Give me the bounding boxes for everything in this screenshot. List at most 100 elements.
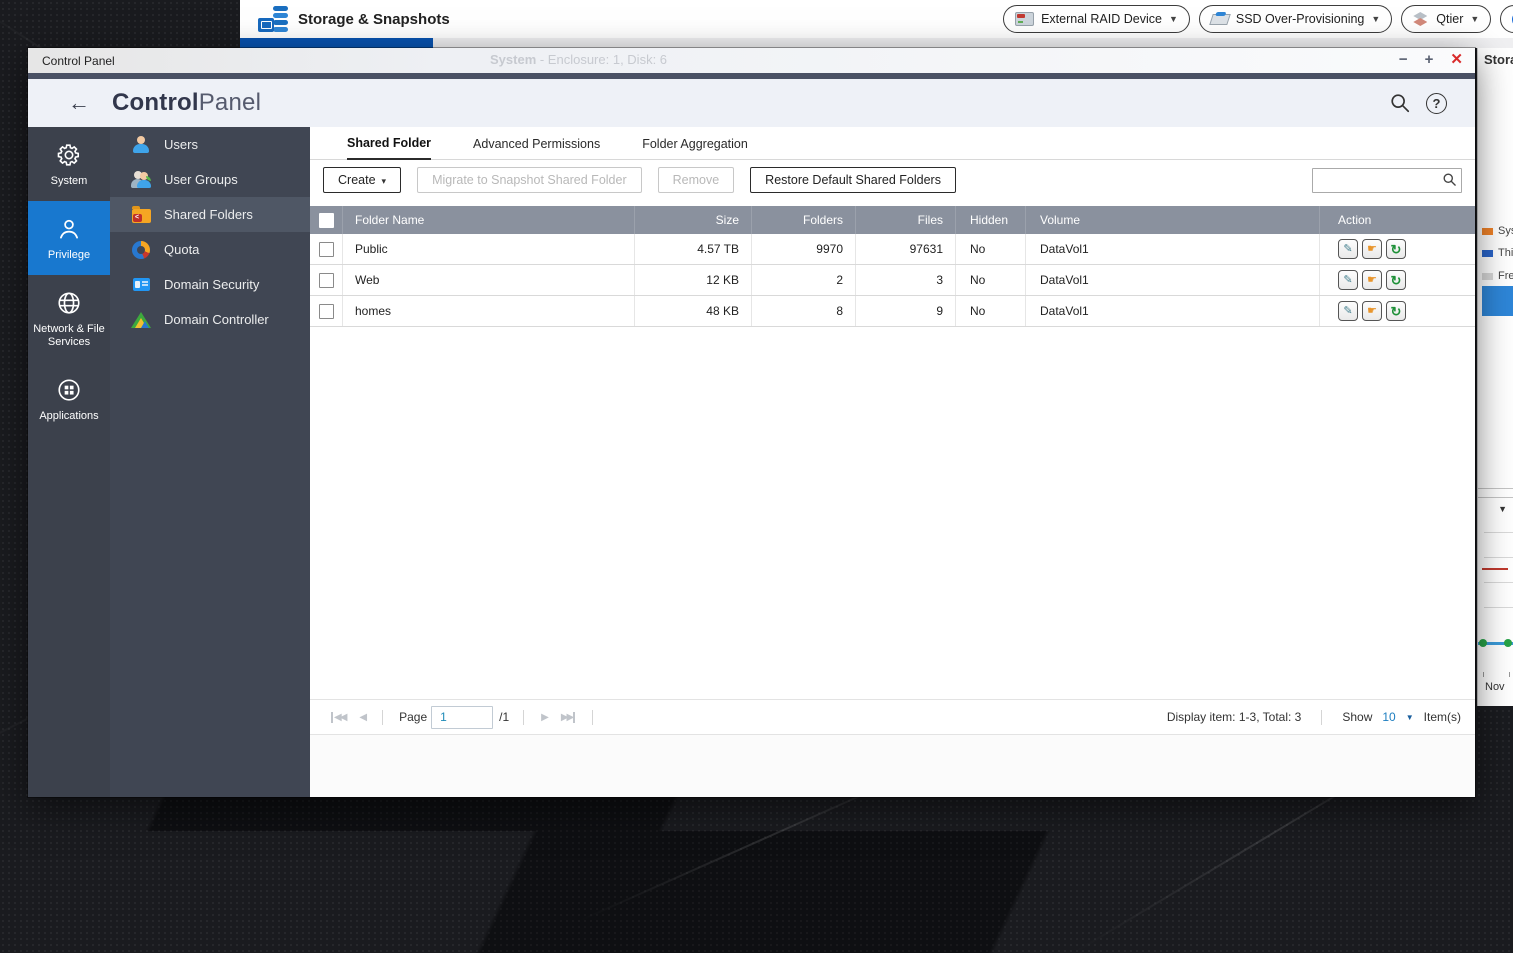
- table-row[interactable]: Public 4.57 TB 9970 97631 No DataVol1 ✎ …: [310, 234, 1475, 265]
- sidebar-item-domain-controller[interactable]: Domain Controller: [110, 302, 310, 337]
- axis-label: Nov: [1485, 681, 1505, 693]
- globe-icon: [58, 292, 80, 314]
- column-header-folders[interactable]: Folders: [752, 206, 856, 234]
- page-number-input[interactable]: [431, 705, 494, 729]
- help-icon[interactable]: ?: [1426, 92, 1447, 114]
- domain-controller-icon: [131, 311, 151, 328]
- first-page-button[interactable]: ◀◀: [331, 711, 347, 723]
- column-header-hidden[interactable]: Hidden: [956, 206, 1026, 234]
- last-page-button[interactable]: ▶▶: [561, 711, 576, 723]
- shared-folders-table: Folder Name Size Folders Files Hidden Vo…: [310, 206, 1475, 327]
- cell-files: 97631: [856, 234, 956, 264]
- column-header-size[interactable]: Size: [635, 206, 752, 234]
- occluded-dialog-title: System - Enclosure: 1, Disk: 6: [490, 52, 667, 67]
- active-tab-indicator-strip: [240, 38, 433, 48]
- legend-item: Sys: [1482, 225, 1513, 237]
- refresh-button[interactable]: ↻: [1386, 301, 1406, 321]
- edit-permissions-button[interactable]: ☛: [1362, 301, 1382, 321]
- sidebar-item-shared-folders[interactable]: < Shared Folders: [110, 197, 310, 232]
- column-header-files[interactable]: Files: [856, 206, 956, 234]
- tab-advanced-permissions[interactable]: Advanced Permissions: [473, 137, 600, 159]
- edit-properties-button[interactable]: ✎: [1338, 270, 1358, 290]
- chevron-down-icon: ▼: [1168, 14, 1178, 24]
- sidebar-item-system[interactable]: System: [28, 127, 110, 201]
- sidebar-item-users[interactable]: Users: [110, 127, 310, 162]
- vjbod-button[interactable]: VJBOD: [1500, 5, 1513, 33]
- chart-point: [1479, 639, 1487, 647]
- edit-permissions-button[interactable]: ☛: [1362, 239, 1382, 259]
- tab-shared-folder[interactable]: Shared Folder: [347, 136, 432, 160]
- maximize-button[interactable]: +: [1425, 50, 1434, 70]
- page-size-value[interactable]: 10: [1382, 710, 1395, 724]
- occluded-dialog-title-rest: - Enclosure: 1, Disk: 6: [536, 52, 668, 67]
- sidebar-item-privilege[interactable]: Privilege: [28, 201, 110, 275]
- window-titlebar[interactable]: Control Panel System - Enclosure: 1, Dis…: [28, 48, 1475, 73]
- back-arrow-icon[interactable]: ←: [68, 90, 90, 116]
- sidebar-item-user-groups[interactable]: User Groups: [110, 162, 310, 197]
- create-button[interactable]: Create ▾: [323, 167, 402, 193]
- previous-page-button[interactable]: ◀: [359, 712, 367, 723]
- refresh-button[interactable]: ↻: [1386, 239, 1406, 259]
- control-panel-window: Control Panel System - Enclosure: 1, Dis…: [28, 48, 1475, 797]
- chevron-down-icon: ▼: [1470, 14, 1480, 24]
- pill-label: External RAID Device: [1041, 12, 1162, 26]
- column-header-folder-name[interactable]: Folder Name: [343, 206, 635, 234]
- refresh-icon: ↻: [1390, 303, 1402, 319]
- chevron-down-icon[interactable]: ▼: [1498, 504, 1507, 514]
- show-label: Show: [1342, 710, 1373, 724]
- control-panel-header: ← ControlPanel ?: [28, 79, 1475, 127]
- search-icon[interactable]: [1389, 92, 1411, 114]
- next-page-button[interactable]: ▶: [541, 712, 549, 723]
- row-checkbox[interactable]: [318, 241, 334, 257]
- refresh-button[interactable]: ↻: [1386, 270, 1406, 290]
- sidebar-item-applications[interactable]: Applications: [28, 362, 110, 436]
- column-header-action[interactable]: Action: [1320, 206, 1475, 234]
- raid-device-icon: [1015, 12, 1035, 26]
- cell-folder-name: Public: [343, 234, 635, 264]
- sidebar-item-label: Quota: [164, 242, 200, 257]
- external-raid-device-button[interactable]: External RAID Device ▼: [1003, 5, 1190, 33]
- sidebar-item-domain-security[interactable]: Domain Security: [110, 267, 310, 302]
- close-button[interactable]: ✕: [1450, 50, 1463, 70]
- chart-point: [1504, 639, 1512, 647]
- legend-label: Fre: [1498, 270, 1513, 282]
- qtier-button[interactable]: Qtier ▼: [1401, 5, 1492, 33]
- table-row[interactable]: homes 48 KB 8 9 No DataVol1 ✎ ☛ ↻: [310, 296, 1475, 327]
- sidebar-item-label: Shared Folders: [164, 207, 253, 222]
- table-row[interactable]: Web 12 KB 2 3 No DataVol1 ✎ ☛ ↻: [310, 265, 1475, 296]
- edit-permissions-button[interactable]: ☛: [1362, 270, 1382, 290]
- app-identity: Storage & Snapshots: [240, 5, 450, 33]
- edit-properties-button[interactable]: ✎: [1338, 301, 1358, 321]
- cell-hidden: No: [956, 265, 1026, 295]
- divider: [1478, 488, 1513, 489]
- chart-gridline: [1484, 557, 1513, 558]
- page-total: /1: [499, 710, 510, 724]
- ssd-over-provisioning-button[interactable]: SSD Over-Provisioning ▼: [1198, 5, 1393, 33]
- edit-properties-button[interactable]: ✎: [1338, 239, 1358, 259]
- migrate-button[interactable]: Migrate to Snapshot Shared Folder: [417, 167, 642, 193]
- row-checkbox[interactable]: [318, 272, 334, 288]
- sidebar-item-quota[interactable]: Quota: [110, 232, 310, 267]
- search-icon[interactable]: [1442, 172, 1457, 187]
- chevron-down-icon[interactable]: ▼: [1406, 713, 1414, 722]
- cell-files: 9: [856, 296, 956, 326]
- permission-hand-icon: ☛: [1367, 304, 1377, 317]
- sidebar-item-label: Privilege: [47, 249, 91, 261]
- restore-default-button[interactable]: Restore Default Shared Folders: [750, 167, 956, 193]
- cell-size: 12 KB: [635, 265, 752, 295]
- toolbar: Create ▾ Migrate to Snapshot Shared Folde…: [310, 160, 1475, 200]
- minimize-button[interactable]: −: [1399, 50, 1408, 70]
- column-header-volume[interactable]: Volume: [1026, 206, 1320, 234]
- gear-icon: [57, 144, 80, 166]
- search-input[interactable]: [1312, 167, 1462, 193]
- tab-folder-aggregation[interactable]: Folder Aggregation: [642, 137, 748, 159]
- cell-size: 48 KB: [635, 296, 752, 326]
- select-all-checkbox[interactable]: [318, 212, 334, 228]
- table-header-row: Folder Name Size Folders Files Hidden Vo…: [310, 206, 1475, 234]
- refresh-icon: ↻: [1390, 241, 1402, 257]
- legend-item: Thi: [1482, 247, 1513, 259]
- row-checkbox[interactable]: [318, 303, 334, 319]
- remove-button[interactable]: Remove: [657, 167, 735, 193]
- sidebar-item-label: Users: [164, 137, 198, 152]
- sidebar-item-network-file-services[interactable]: Network & File Services: [28, 275, 110, 362]
